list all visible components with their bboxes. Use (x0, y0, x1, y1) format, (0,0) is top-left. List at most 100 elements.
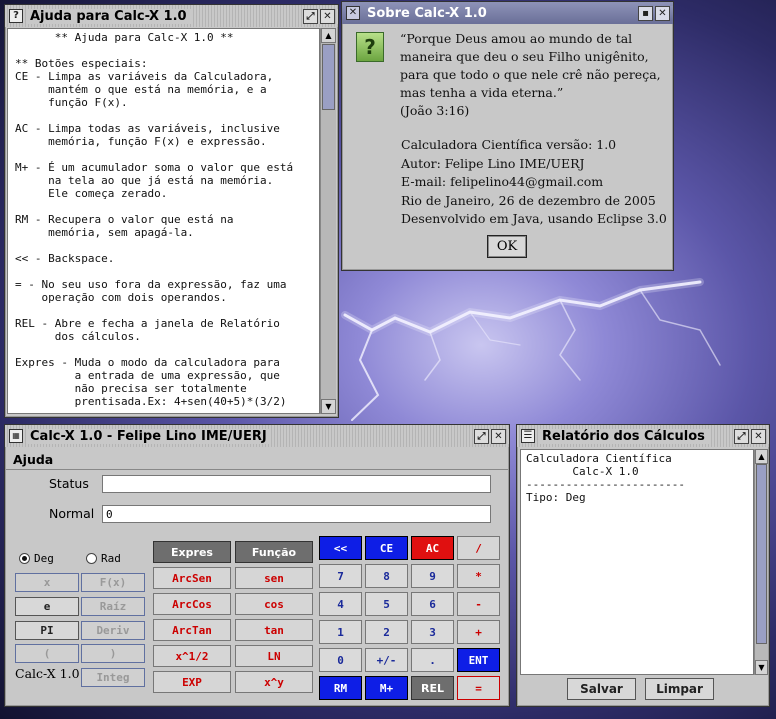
scroll-thumb[interactable] (322, 44, 335, 110)
key-2-button[interactable]: 2 (365, 620, 408, 644)
info-line: Desenvolvido em Java, usando Eclipse 3.0 (401, 211, 667, 226)
key-0-button[interactable]: 0 (319, 648, 362, 672)
key-cos-button[interactable]: cos (235, 593, 313, 615)
key-exp-button[interactable]: EXP (153, 671, 231, 693)
help-line (15, 148, 312, 161)
key-expres-button[interactable]: Expres (153, 541, 231, 563)
key-ln-button[interactable]: LN (235, 645, 313, 667)
status-field[interactable] (102, 475, 491, 493)
maximize-icon[interactable]: ⤢ (734, 428, 749, 444)
help-line (15, 44, 312, 57)
key-f-x--button[interactable]: F(x) (81, 573, 145, 592)
key-integ-button[interactable]: Integ (81, 668, 145, 687)
maximize-icon[interactable]: ⤢ (474, 428, 489, 444)
key-arcsen-button[interactable]: ArcSen (153, 567, 231, 589)
help-line (15, 109, 312, 122)
about-window-titlebar[interactable]: ✕ Sobre Calc-X 1.0 ▪ ✕ (342, 2, 673, 24)
key-ce-button[interactable]: CE (365, 536, 408, 560)
key-deriv-button[interactable]: Deriv (81, 621, 145, 640)
key-7-button[interactable]: 7 (319, 564, 362, 588)
close-icon[interactable]: ✕ (655, 5, 670, 21)
report-text-area[interactable]: Calculadora Científica Calc-X 1.0 -------… (520, 449, 754, 675)
calc-window-titlebar[interactable]: ▦ Calc-X 1.0 - Felipe Lino IME/UERJ ⤢ ✕ (5, 425, 509, 447)
scroll-down-icon[interactable]: ▼ (755, 660, 768, 675)
key-1-button[interactable]: 1 (319, 620, 362, 644)
scroll-down-icon[interactable]: ▼ (321, 399, 336, 414)
key-pi-button[interactable]: PI (15, 621, 79, 640)
key-funcao-button[interactable]: Função (235, 541, 313, 563)
key-arccos-button[interactable]: ArcCos (153, 593, 231, 615)
help-line: mantém o que está na memória, e a (15, 83, 267, 96)
key-backspace-button[interactable]: << (319, 536, 362, 560)
scroll-up-icon[interactable]: ▲ (321, 28, 336, 43)
clear-button[interactable]: Limpar (645, 678, 714, 700)
help-line: operação com dois operandos. (15, 291, 227, 304)
minimize-icon[interactable]: ▪ (638, 5, 653, 21)
key-sqrt-button[interactable]: x^1/2 (153, 645, 231, 667)
report-window-title: Relatório dos Cálculos (538, 428, 709, 444)
help-line: prentisada.Ex: 4+sen(40+5)*(3/2) (15, 395, 287, 408)
help-line (15, 239, 312, 252)
key-decimal-button[interactable]: . (411, 648, 454, 672)
close-icon[interactable]: ✕ (751, 428, 766, 444)
key-9-button[interactable]: 9 (411, 564, 454, 588)
key-open-paren-button[interactable]: ( (15, 644, 79, 663)
help-window-titlebar[interactable]: ? Ajuda para Calc-X 1.0 ⤢ ✕ (5, 5, 338, 27)
key-ent-button[interactable]: ENT (457, 648, 500, 672)
help-line: ** Ajuda para Calc-X 1.0 ** (15, 31, 234, 44)
help-text-area[interactable]: ** Ajuda para Calc-X 1.0 ** ** Botões es… (7, 28, 320, 414)
report-window-titlebar[interactable]: ☰ Relatório dos Cálculos ⤢ ✕ (517, 425, 769, 447)
help-line: Expres - Muda o modo da calculadora para (15, 356, 280, 369)
key-arctan-button[interactable]: ArcTan (153, 619, 231, 641)
key-plus-button[interactable]: + (457, 620, 500, 644)
key-minus-button[interactable]: - (457, 592, 500, 616)
calculator-window: ▦ Calc-X 1.0 - Felipe Lino IME/UERJ ⤢ ✕ A… (4, 424, 510, 707)
save-button[interactable]: Salvar (567, 678, 636, 700)
menu-ajuda[interactable]: Ajuda (13, 452, 53, 467)
scroll-thumb[interactable] (756, 464, 767, 644)
key-sen-button[interactable]: sen (235, 567, 313, 589)
close-icon[interactable]: ✕ (320, 8, 335, 24)
key-close-paren-button[interactable]: ) (81, 644, 145, 663)
key-5-button[interactable]: 5 (365, 592, 408, 616)
key-rel-button[interactable]: REL (411, 676, 454, 700)
key-ac-button[interactable]: AC (411, 536, 454, 560)
key-equals-button[interactable]: = (457, 676, 500, 700)
key-x-button[interactable]: x (15, 573, 79, 592)
help-icon: ? (9, 9, 23, 23)
key-divide-button[interactable]: / (457, 536, 500, 560)
help-line: função F(x). (15, 96, 128, 109)
calculator-icon: ▦ (9, 429, 23, 443)
calc-window-title: Calc-X 1.0 - Felipe Lino IME/UERJ (26, 428, 271, 444)
key-e-button[interactable]: e (15, 597, 79, 616)
key-raiz-button[interactable]: Raíz (81, 597, 145, 616)
help-line: CE - Limpa as variáveis da Calculadora, (15, 70, 274, 83)
help-line: a entrada de uma expressão, que (15, 369, 280, 382)
key-m--button[interactable]: M+ (365, 676, 408, 700)
ok-button[interactable]: OK (487, 235, 527, 258)
key-4-button[interactable]: 4 (319, 592, 362, 616)
key-6-button[interactable]: 6 (411, 592, 454, 616)
radio-rad-label: Rad (101, 552, 121, 565)
radio-deg[interactable]: Deg (19, 552, 54, 565)
key-tan-button[interactable]: tan (235, 619, 313, 641)
key-3-button[interactable]: 3 (411, 620, 454, 644)
report-scrollbar[interactable]: ▲ ▼ (754, 449, 768, 675)
key-rm-button[interactable]: RM (319, 676, 362, 700)
scroll-up-icon[interactable]: ▲ (755, 449, 768, 464)
radio-selected-icon (19, 553, 30, 564)
help-line (15, 304, 312, 317)
key-negate-button[interactable]: +/- (365, 648, 408, 672)
key-power-button[interactable]: x^y (235, 671, 313, 693)
radio-deg-label: Deg (34, 552, 54, 565)
brand-label: Calc-X 1.0 (15, 666, 80, 681)
verse-line: para que todo o que nele crê não pereça, (400, 67, 661, 82)
display-field[interactable]: 0 (102, 505, 491, 523)
close-icon[interactable]: ✕ (491, 428, 506, 444)
key-8-button[interactable]: 8 (365, 564, 408, 588)
radio-rad[interactable]: Rad (86, 552, 121, 565)
info-line: Autor: Felipe Lino IME/UERJ (401, 155, 585, 171)
maximize-icon[interactable]: ⤢ (303, 8, 318, 24)
key-multiply-button[interactable]: * (457, 564, 500, 588)
help-scrollbar[interactable]: ▲ ▼ (320, 28, 336, 414)
